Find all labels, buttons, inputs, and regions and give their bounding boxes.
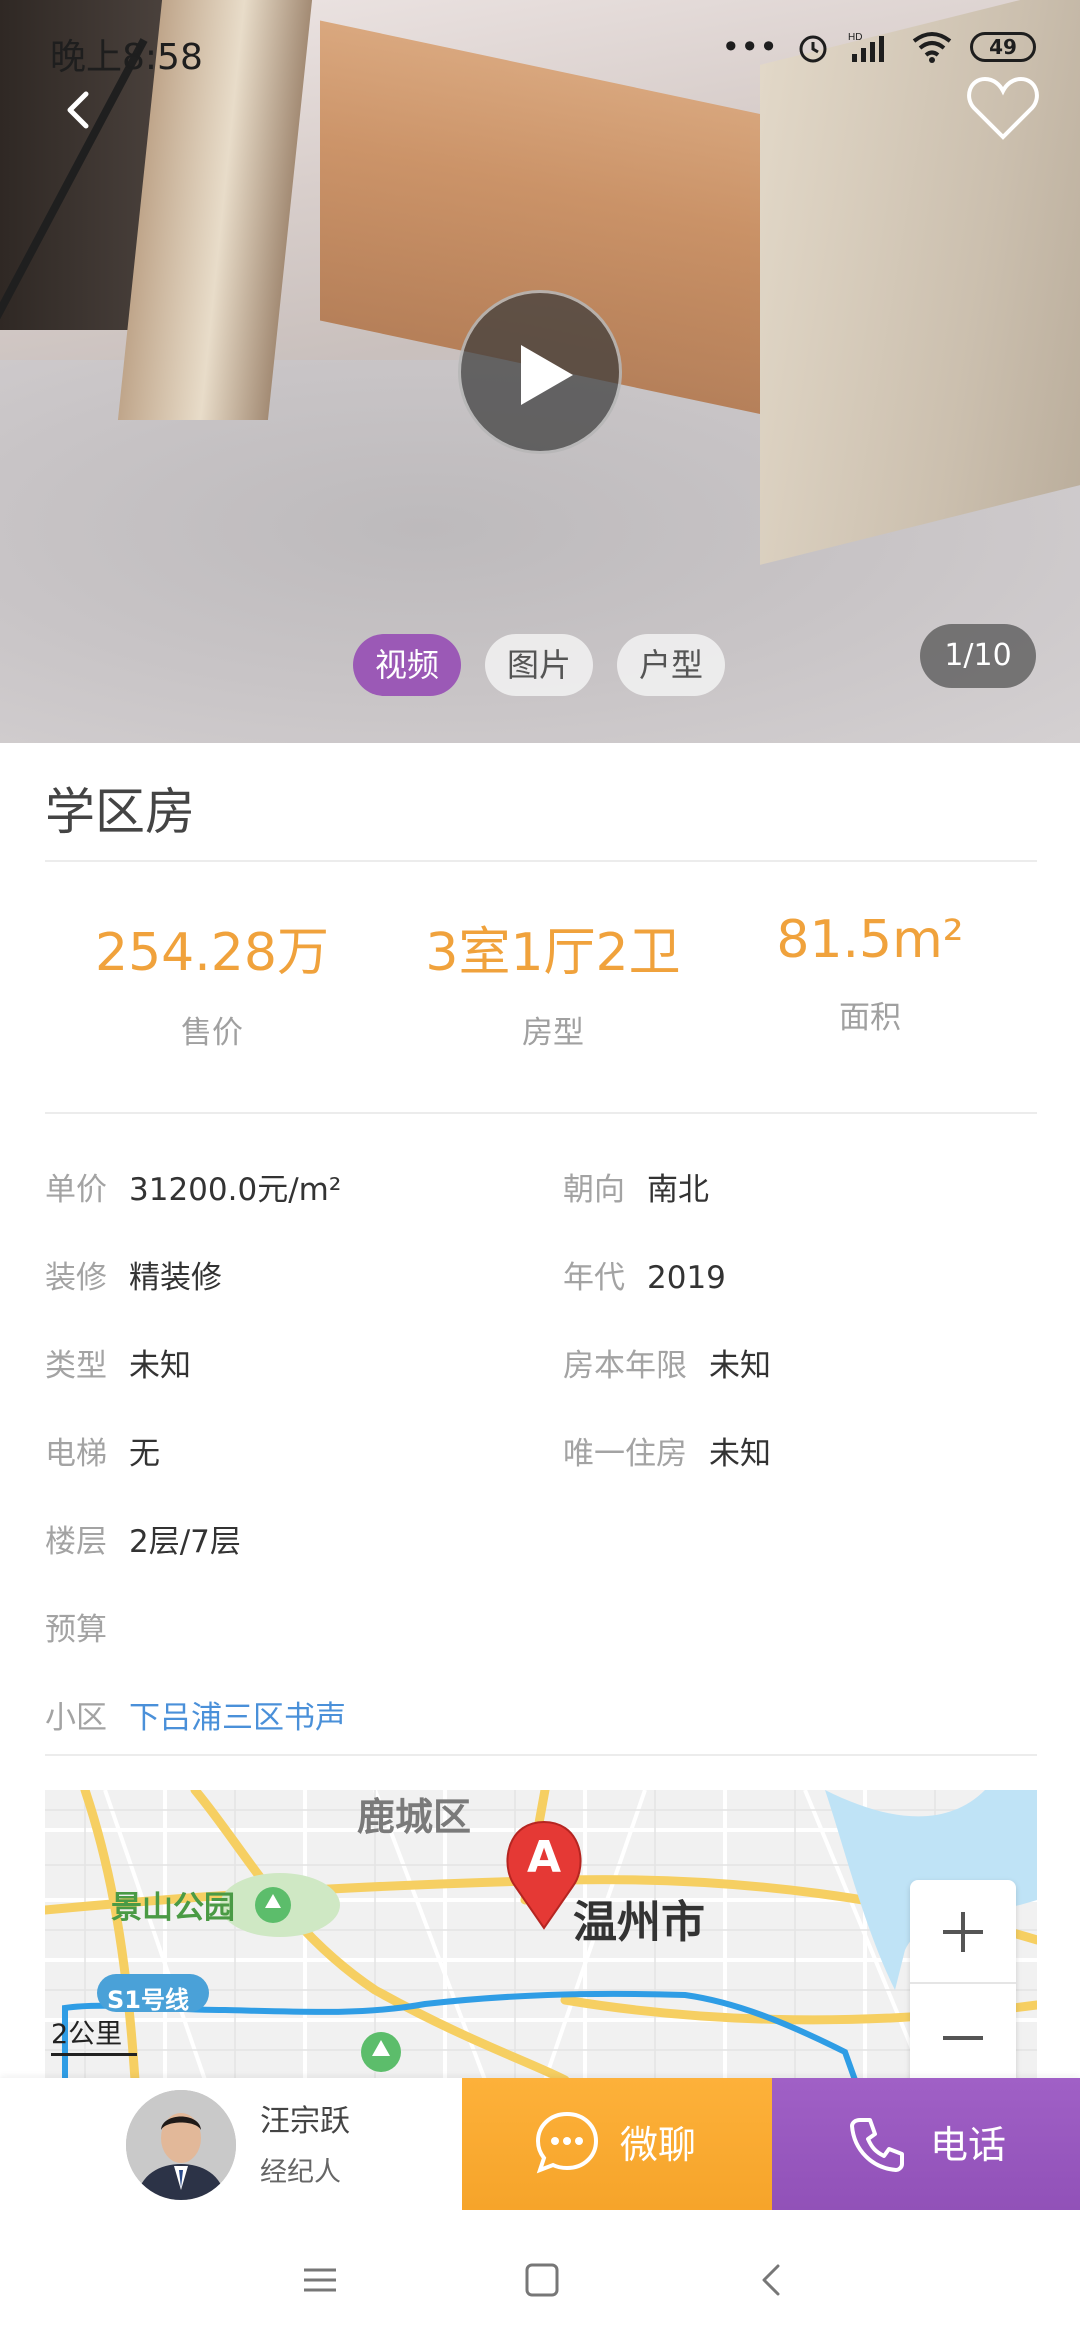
detail-year: 年代 2019 <box>563 1252 726 1297</box>
divider <box>45 1754 1037 1756</box>
home-square-icon[interactable] <box>512 2250 572 2310</box>
call-button[interactable]: 电话 <box>772 2078 1080 2210</box>
stat-layout-value: 3室1厅2卫 <box>425 923 681 983</box>
detail-label: 房本年限 <box>563 1348 687 1384</box>
detail-value: 未知 <box>129 1348 191 1384</box>
battery-icon: 49 <box>970 32 1036 62</box>
battery-level: 49 <box>989 35 1017 59</box>
detail-label: 小区 <box>45 1700 107 1736</box>
back-icon[interactable] <box>742 2250 802 2310</box>
menu-icon[interactable] <box>290 2250 350 2310</box>
detail-value: 2019 <box>647 1260 726 1296</box>
stat-price-label: 售价 <box>181 1015 243 1051</box>
detail-orientation: 朝向 南北 <box>563 1164 709 1209</box>
community-link[interactable]: 下吕浦三区书声 <box>129 1700 346 1736</box>
agent-name: 汪宗跃 <box>260 2104 350 2139</box>
phone-icon <box>850 2118 904 2172</box>
media-gallery[interactable]: 晚上8:58 ••• HD 49 视频 图片 户型 1/10 <box>0 0 1080 743</box>
stat-layout: 3室1厅2卫 房型 <box>383 910 723 1052</box>
zoom-out-button[interactable] <box>910 1986 1016 2090</box>
marker-label: A <box>526 1832 562 1883</box>
location-map[interactable]: 鹿城区 景山公园 温州市 S1号线 A 2公里 <box>45 1790 1037 2080</box>
detail-label: 预算 <box>45 1612 107 1648</box>
map-district-label: 鹿城区 <box>357 1795 472 1839</box>
signal-hd-icon: HD <box>848 32 884 62</box>
detail-unit-price: 单价 31200.0元/m² <box>45 1164 341 1209</box>
chat-label: 微聊 <box>620 2123 697 2167</box>
detail-value: 精装修 <box>129 1260 222 1296</box>
map-scale-bar <box>51 2053 137 2056</box>
contact-bar: 汪宗跃 经纪人 微聊 电话 <box>0 2078 1080 2210</box>
svg-text:HD: HD <box>848 32 862 43</box>
detail-floor: 楼层 2层/7层 <box>45 1516 241 1561</box>
status-icons: ••• HD 49 <box>721 28 1036 66</box>
system-nav-bar <box>0 2210 1080 2340</box>
detail-value: 31200.0元/m² <box>129 1172 342 1208</box>
status-time: 晚上8:58 <box>50 37 203 78</box>
media-tabs: 视频 图片 户型 <box>353 634 726 696</box>
agent-photo <box>126 2090 236 2200</box>
detail-only-home: 唯一住房 未知 <box>563 1428 771 1473</box>
call-label: 电话 <box>930 2123 1007 2167</box>
wifi-icon <box>912 32 952 63</box>
minus-icon <box>943 2036 983 2040</box>
map-scale: 2公里 <box>51 2012 141 2056</box>
stat-layout-label: 房型 <box>522 1015 584 1051</box>
agent-role: 经纪人 <box>260 2157 341 2188</box>
detail-value: 无 <box>129 1436 160 1472</box>
detail-value: 2层/7层 <box>129 1524 241 1560</box>
divider <box>45 860 1037 862</box>
plus-icon <box>943 1912 983 1952</box>
detail-elevator: 电梯无 <box>45 1428 160 1473</box>
detail-label: 楼层 <box>45 1524 107 1560</box>
detail-label: 电梯 <box>45 1436 107 1472</box>
detail-label: 年代 <box>563 1260 625 1296</box>
stat-area: 81.5m² 面积 <box>700 910 1040 1037</box>
alarm-icon <box>799 35 827 63</box>
heart-icon[interactable] <box>966 75 1040 141</box>
detail-label: 朝向 <box>563 1172 625 1208</box>
play-icon <box>521 345 573 405</box>
stat-area-value: 81.5m² <box>776 910 964 970</box>
map-park-label: 景山公园 <box>111 1890 235 1926</box>
tab-floorplan[interactable]: 户型 <box>617 634 726 696</box>
chat-button[interactable]: 微聊 <box>462 2078 772 2210</box>
chat-bubble-icon <box>535 2111 599 2174</box>
stat-price-value: 254.28万 <box>95 923 329 983</box>
detail-value: 未知 <box>709 1348 771 1384</box>
back-arrow-icon[interactable] <box>50 80 110 140</box>
listing-title: 学区房 <box>45 783 195 841</box>
tab-photos[interactable]: 图片 <box>485 634 594 696</box>
map-city-label: 温州市 <box>573 1897 705 1948</box>
divider <box>45 1112 1037 1114</box>
map-scale-label: 2公里 <box>51 2019 123 2050</box>
detail-decoration: 装修 精装修 <box>45 1252 222 1297</box>
detail-deed-years: 房本年限 未知 <box>563 1340 771 1385</box>
stat-area-label: 面积 <box>839 1000 901 1036</box>
detail-label: 类型 <box>45 1348 107 1384</box>
more-dots-icon: ••• <box>721 28 778 66</box>
agent-card[interactable]: 汪宗跃 经纪人 <box>0 2078 462 2210</box>
play-button[interactable] <box>458 290 622 454</box>
detail-budget: 预算 <box>45 1604 129 1649</box>
media-counter: 1/10 <box>920 624 1036 688</box>
detail-value: 未知 <box>709 1436 771 1472</box>
detail-label: 单价 <box>45 1172 107 1208</box>
detail-community: 小区 下吕浦三区书声 <box>45 1692 346 1737</box>
key-stats: 254.28万 售价 3室1厅2卫 房型 81.5m² 面积 <box>0 910 1080 1060</box>
stat-price: 254.28万 售价 <box>42 910 382 1052</box>
metro-line-label: S1号线 <box>107 1986 189 2014</box>
map-marker[interactable]: A <box>501 1820 587 1930</box>
tab-video[interactable]: 视频 <box>353 634 462 696</box>
detail-label: 唯一住房 <box>563 1436 687 1472</box>
zoom-in-button[interactable] <box>910 1880 1016 1984</box>
detail-type: 类型 未知 <box>45 1340 191 1385</box>
detail-label: 装修 <box>45 1260 107 1296</box>
avatar[interactable] <box>126 2090 236 2200</box>
map-zoom-controls <box>910 1880 1016 2090</box>
detail-value: 南北 <box>647 1172 709 1208</box>
status-bar: 晚上8:58 ••• HD 49 <box>0 0 1080 100</box>
